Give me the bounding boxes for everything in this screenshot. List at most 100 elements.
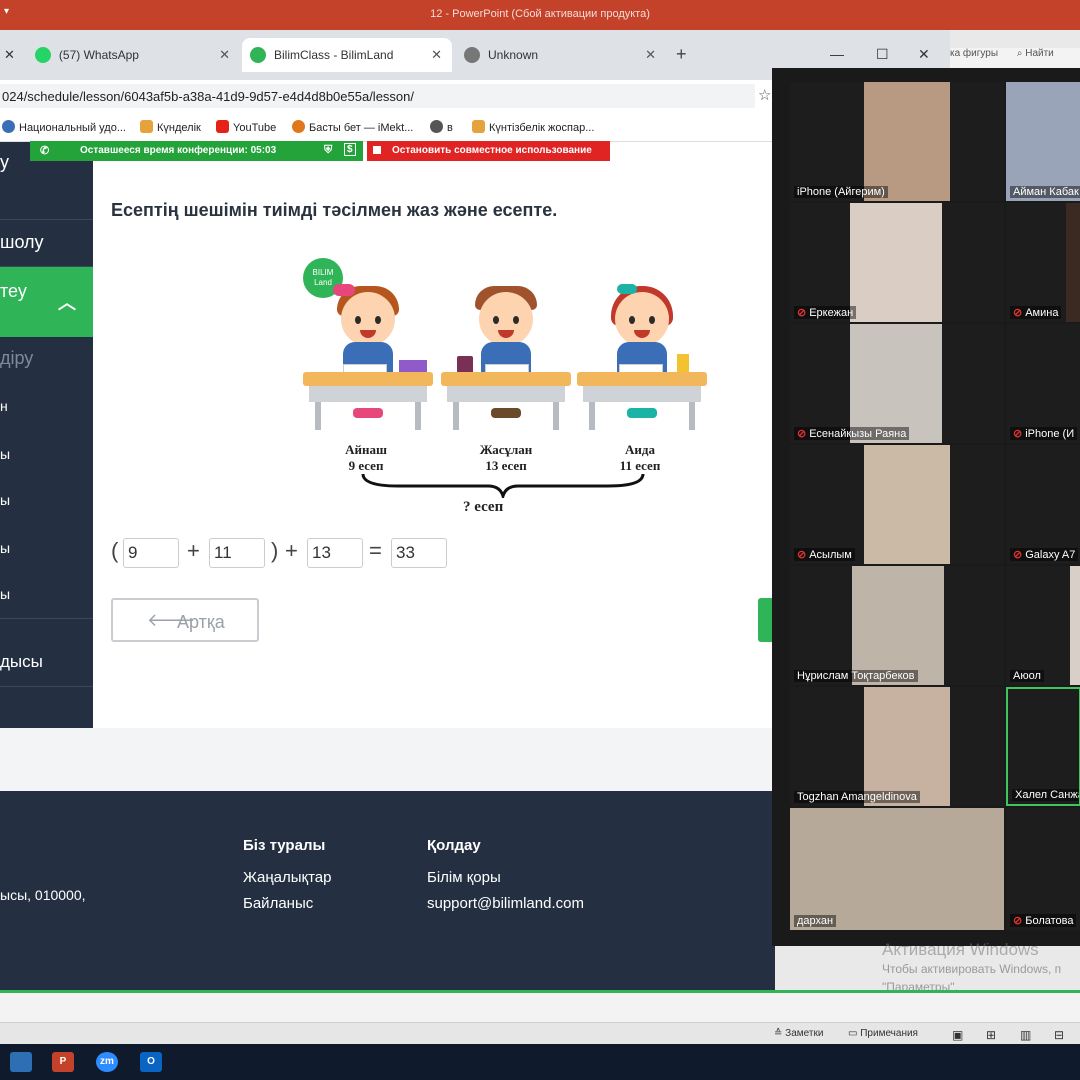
slideshow-icon[interactable]: ⊟: [1054, 1028, 1064, 1042]
notes-button[interactable]: ≙ Заметки: [774, 1028, 823, 1039]
desk-front: [447, 386, 565, 402]
mic-muted-icon: ⊘: [797, 549, 807, 561]
participant-name: ⊘ Болатова: [1010, 914, 1077, 927]
new-tab-icon[interactable]: +: [676, 44, 687, 65]
chevron-up-icon[interactable]: ︿: [58, 289, 76, 315]
sidebar-divider: [0, 618, 93, 619]
stop-share-button[interactable]: Остановить совместное использование: [367, 141, 610, 161]
participant-tile[interactable]: Аюол: [1006, 566, 1080, 685]
sidebar-subitem[interactable]: ы: [0, 492, 93, 508]
sidebar-divider: [0, 686, 93, 687]
sidebar-subitem[interactable]: н: [0, 398, 93, 414]
participant-tile[interactable]: Айман Кабак: [1006, 82, 1080, 201]
participant-tile-active-speaker[interactable]: Халел Санжа: [1006, 687, 1080, 806]
footer-about-title: Біз туралы: [243, 837, 326, 854]
dollar-icon[interactable]: $: [344, 143, 356, 156]
stop-icon: [373, 146, 381, 154]
zoom-icon[interactable]: zm: [96, 1052, 118, 1072]
footer-link-email[interactable]: support@bilimland.com: [427, 895, 584, 912]
bookmark-item[interactable]: Басты бет — iMekt...: [292, 120, 413, 134]
ribbon-find-label[interactable]: Найти: [1025, 48, 1054, 59]
outlook-icon[interactable]: O: [140, 1052, 162, 1072]
activation-watermark-title: Активация Windows: [882, 940, 1039, 959]
tab-label: (57) WhatsApp: [58, 48, 139, 62]
answer-box-result[interactable]: [391, 538, 447, 568]
tab-bilimclass[interactable]: BilimClass - BilimLand ✕: [242, 38, 452, 72]
close-icon[interactable]: ✕: [219, 47, 230, 63]
participant-tile[interactable]: ⊘ Болатова: [1006, 808, 1080, 930]
bow-shape: [617, 284, 637, 294]
bookmark-star-icon[interactable]: ☆: [758, 86, 771, 104]
bookmark-label: Күнделік: [157, 122, 201, 134]
bookmark-item[interactable]: Национальный удо...: [2, 120, 126, 134]
sidebar-subitem[interactable]: ы: [0, 586, 93, 602]
eye-shape: [493, 316, 499, 324]
participant-name-text: Амина: [1025, 307, 1059, 319]
mic-muted-icon: ⊘: [1013, 549, 1023, 561]
bookmark-item[interactable]: в: [430, 120, 453, 134]
tab-unknown[interactable]: Unknown ✕: [456, 38, 666, 72]
sidebar-item[interactable]: дысы: [0, 652, 93, 672]
footer-link-contact[interactable]: Байланыс: [243, 895, 313, 912]
explorer-icon[interactable]: [10, 1052, 32, 1072]
participant-tile[interactable]: Togzhan Amangeldinova: [790, 687, 1004, 806]
student-illustration-zhasulan: [441, 282, 571, 442]
lesson-content: Есептің шешімін тиімді тәсілмен жаз және…: [93, 142, 775, 728]
reading-view-icon[interactable]: ▥: [1020, 1028, 1031, 1042]
stop-share-label: Остановить совместное использование: [392, 145, 592, 156]
participant-name: ⊘ Есенайкызы Раяна: [794, 427, 910, 440]
participant-tile[interactable]: ⊘ Асылым: [790, 445, 1004, 564]
footer-link-news[interactable]: Жаңалықтар: [243, 869, 331, 886]
ribbon-shape-label[interactable]: ка фигуры: [950, 48, 998, 59]
participant-name: Togzhan Amangeldinova: [794, 791, 920, 803]
participant-tile[interactable]: дархан: [790, 808, 1004, 930]
globe-icon: [464, 47, 480, 63]
sidebar-subitem[interactable]: ы: [0, 540, 93, 556]
participant-tile[interactable]: iPhone (Айгерим): [790, 82, 1004, 201]
sidebar-subitem[interactable]: ы: [0, 446, 93, 462]
powerpoint-icon[interactable]: P: [52, 1052, 74, 1072]
sidebar-item-active[interactable]: теу ︿: [0, 267, 93, 337]
bookmark-item[interactable]: YouTube: [216, 120, 276, 134]
normal-view-icon[interactable]: ▣: [952, 1028, 963, 1042]
sidebar-divider: [0, 219, 93, 220]
close-icon[interactable]: ✕: [431, 47, 442, 63]
comment-icon: ▭: [848, 1028, 861, 1039]
close-icon[interactable]: ✕: [4, 47, 15, 63]
back-button[interactable]: 🡐 Артқа: [111, 598, 259, 642]
participant-tile[interactable]: Нұрислам Тоқтарбеков: [790, 566, 1004, 685]
bookmark-item[interactable]: Күнтізбелік жоспар...: [472, 120, 594, 134]
comments-button[interactable]: ▭ Примечания: [848, 1028, 918, 1039]
close-icon[interactable]: ✕: [645, 47, 656, 63]
bow-shape: [333, 284, 355, 296]
whatsapp-icon: [34, 47, 51, 63]
bilimland-icon: [250, 47, 266, 63]
tab-whatsapp[interactable]: ✕ (57) WhatsApp ✕: [0, 38, 240, 72]
participant-tile[interactable]: ⊘ Есенайкызы Раяна: [790, 324, 1004, 443]
participant-tile[interactable]: ⊘ Еркежан: [790, 203, 1004, 322]
shoes-shape: [627, 408, 657, 418]
bookmark-item[interactable]: Күнделік: [140, 120, 201, 134]
answer-box-3[interactable]: [307, 538, 363, 568]
curly-brace: [361, 473, 645, 498]
sidebar-subitem[interactable]: діру: [0, 348, 93, 369]
participant-tile[interactable]: ⊘ Galaxy A7: [1006, 445, 1080, 564]
pencil-cup: [677, 354, 689, 374]
participant-tile[interactable]: ⊘ iPhone (И: [1006, 324, 1080, 443]
slide-sorter-icon[interactable]: ⊞: [986, 1028, 996, 1042]
desk-leg: [415, 402, 421, 430]
maximize-icon[interactable]: ☐: [876, 46, 889, 63]
url-input[interactable]: [0, 84, 755, 108]
plus-sign: +: [285, 538, 298, 563]
footer-link-knowledge[interactable]: Білім қоры: [427, 869, 501, 886]
answer-box-2[interactable]: [209, 538, 265, 568]
participant-name-text: Асылым: [809, 549, 852, 561]
answer-box-1[interactable]: [123, 538, 179, 568]
page-area: у шолу теу ︿ діру н ы ы ы ы дысы Есептің…: [0, 142, 775, 990]
window-close-icon[interactable]: ✕: [918, 46, 930, 63]
participant-video: [1070, 566, 1080, 685]
participant-tile[interactable]: ⊘ Амина: [1006, 203, 1080, 322]
participant-video: [790, 808, 1004, 930]
minimize-icon[interactable]: —: [830, 46, 844, 62]
sidebar-item-review[interactable]: шолу: [0, 232, 93, 253]
